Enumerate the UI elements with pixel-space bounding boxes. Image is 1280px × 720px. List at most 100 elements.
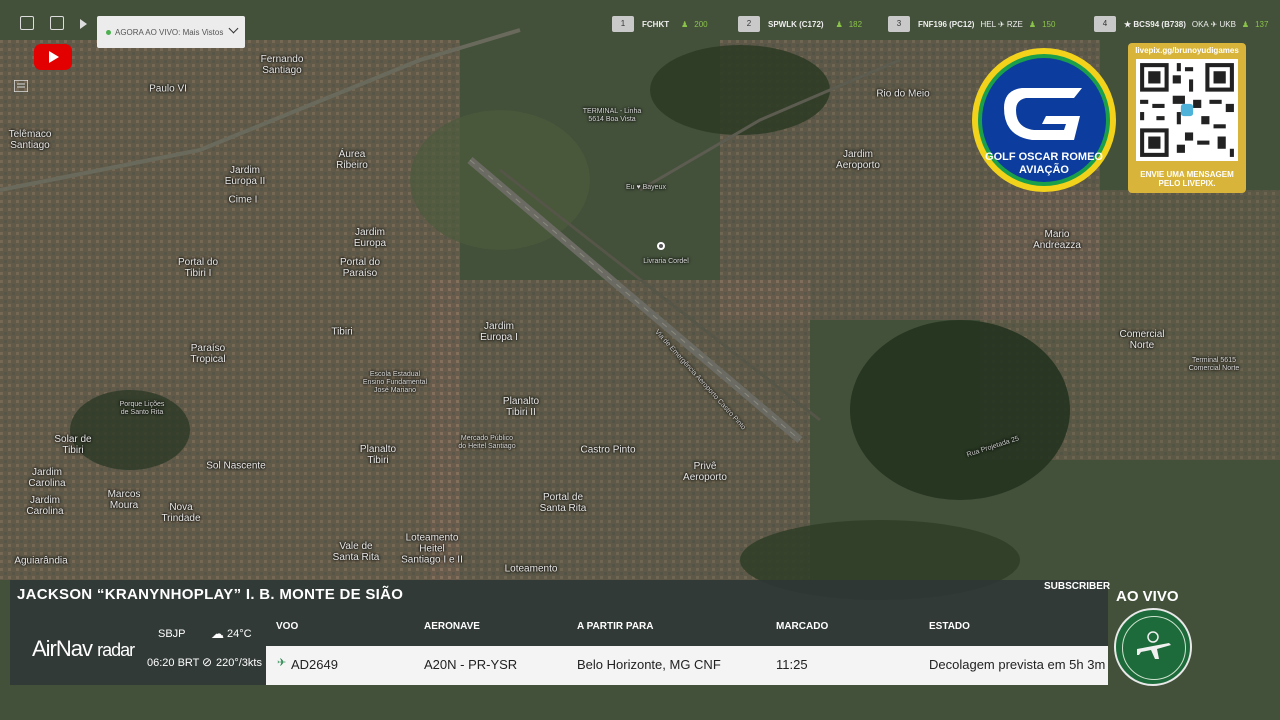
viewers-icon: ♟ bbox=[1241, 19, 1250, 29]
ranking-callsign: ★ BCS94 (B738) bbox=[1124, 19, 1186, 29]
livepix-url: livepix.gg/brunoyudigames bbox=[1135, 46, 1239, 55]
aircraft-reg: A20N - PR-YSR bbox=[424, 657, 518, 672]
ranking-callsign: SPWLK (C172) bbox=[768, 19, 824, 29]
collapse-panel-icon[interactable] bbox=[20, 16, 34, 30]
live-now-select[interactable]: AGORA AO VIVO: Mais Vistos bbox=[97, 16, 245, 48]
local-time: 06:20 BRT bbox=[147, 657, 200, 669]
ranking-item-4[interactable]: 4 ★ BCS94 (B738) OKA ✈ UKB ♟ 137 bbox=[1094, 16, 1268, 32]
viewers-icon: ♟ bbox=[681, 19, 689, 29]
scheduled-time: 11:25 bbox=[776, 657, 808, 672]
viewers-icon: ♟ bbox=[1028, 19, 1037, 29]
map-label: Tibiri bbox=[331, 326, 353, 338]
flight-number: AD2649 bbox=[291, 657, 338, 672]
ranking-item-3[interactable]: 3 FNF196 (PC12) HEL ✈ RZE ♟ 150 bbox=[888, 16, 1055, 32]
header-route: A PARTIR PARA bbox=[577, 621, 654, 632]
live-label: AO VIVO bbox=[1116, 588, 1179, 605]
chevron-down-icon bbox=[228, 23, 239, 34]
list-icon[interactable] bbox=[14, 80, 28, 92]
logo-line1: GOLF OSCAR ROMEO bbox=[985, 151, 1103, 163]
ranking-number: 2 bbox=[738, 16, 760, 32]
next-icon[interactable] bbox=[80, 19, 87, 29]
map-label: Portal do Tibiri I bbox=[177, 257, 219, 279]
ranking-count: 137 bbox=[1255, 19, 1269, 29]
ranking-route: OKA ✈ UKB bbox=[1191, 19, 1236, 29]
ranking-item-2[interactable]: 2 SPWLK (C172) ♟ 182 bbox=[738, 16, 862, 32]
map-label: Privê Aeroporto bbox=[683, 461, 727, 483]
ranking-callsign: FNF196 (PC12) bbox=[918, 19, 975, 29]
map-label: Jardim Aeroporto bbox=[836, 149, 880, 171]
map-label: Paraíso Tropical bbox=[190, 343, 226, 365]
live-dot-icon bbox=[106, 29, 111, 35]
viewers-icon: ♟ bbox=[835, 19, 843, 29]
ranking-count: 150 bbox=[1042, 19, 1056, 29]
temperature: 24°C bbox=[227, 628, 252, 640]
header-scheduled: MARCADO bbox=[776, 621, 829, 632]
airport-code: SBJP bbox=[158, 628, 186, 640]
weather-icon: ☁ bbox=[211, 626, 224, 641]
header-aircraft: AERONAVE bbox=[424, 621, 480, 632]
wind-icon: ⊘ bbox=[202, 655, 213, 669]
close-panel-icon[interactable] bbox=[50, 16, 64, 30]
map-label: Planalto Tibiri bbox=[359, 444, 397, 466]
wind: 220°/3kts bbox=[216, 657, 262, 669]
map-label: Jardim Carolina bbox=[28, 467, 66, 489]
map-label: Comercial Norte bbox=[1119, 329, 1165, 351]
subscriber-name: JACKSON “KRANYNHOPLAY” I. B. MONTE DE SI… bbox=[17, 586, 404, 603]
map-label: Cime I bbox=[228, 194, 258, 206]
map-label: Áurea Ribeiro bbox=[336, 149, 368, 171]
map-label: Telêmaco Santiago bbox=[8, 129, 52, 151]
channel-badge-logo bbox=[1114, 608, 1192, 686]
map-label: Fernando Santiago bbox=[260, 54, 304, 76]
logo-line2: AVIAÇÃO bbox=[1019, 164, 1069, 176]
map-label: Aguiarândia bbox=[14, 555, 68, 567]
airnav-radar-logo: AirNav radar bbox=[32, 636, 135, 662]
map-label: Planalto Tibiri II bbox=[502, 396, 540, 418]
ranking-count: 182 bbox=[848, 19, 863, 29]
map-label: Sol Nascente bbox=[206, 460, 266, 472]
ranking-route: HEL ✈ RZE bbox=[980, 19, 1023, 29]
map-label: Portal do Paraíso bbox=[339, 257, 381, 279]
livepix-caption-line1: ENVIE UMA MENSAGEM bbox=[1140, 170, 1234, 179]
golf-oscar-romeo-logo: GOLF OSCAR ROMEO AVIAÇÃO bbox=[972, 48, 1116, 192]
map-label: Paulo VI bbox=[149, 83, 187, 95]
header-status: ESTADO bbox=[929, 621, 970, 632]
map-label: Loteamento bbox=[504, 563, 558, 575]
map-label: Livraria Cordel bbox=[643, 258, 689, 265]
header-flight: VOO bbox=[276, 621, 299, 632]
map-label: Eu ♥ Bayeux bbox=[626, 184, 666, 191]
airline-icon: ✈ bbox=[277, 657, 287, 669]
map-label: Nova Trindade bbox=[161, 502, 201, 524]
ranking-number: 1 bbox=[612, 16, 634, 32]
map-label: Portal de Santa Rita bbox=[539, 492, 587, 514]
map-label: Porque Lições de Santo Rita bbox=[119, 401, 165, 416]
map-label: Mercado Público do Heitel Santiago bbox=[458, 435, 516, 450]
airplane-icon bbox=[1137, 631, 1171, 659]
ranking-number: 4 bbox=[1094, 16, 1116, 32]
livepix-caption: ENVIE UMA MENSAGEM PELO LIVEPIX. bbox=[1128, 170, 1246, 188]
livepix-caption-line2: PELO LIVEPIX. bbox=[1158, 179, 1216, 188]
map-label: Terminal 5615 Comercial Norte bbox=[1188, 357, 1240, 372]
map-label: Mario Andreazza bbox=[1033, 229, 1081, 251]
live-select-label: AGORA AO VIVO: Mais Vistos bbox=[115, 27, 224, 37]
ranking-item-1[interactable]: 1 FCHKT ♟ 200 bbox=[612, 16, 708, 32]
map-label: Marcos Moura bbox=[107, 489, 141, 511]
ranking-number: 3 bbox=[888, 16, 910, 32]
map-label: Vale de Santa Rita bbox=[332, 541, 380, 563]
ranking-callsign: FCHKT bbox=[642, 19, 670, 29]
livepix-qr-panel: livepix.gg/brunoyudigames ENVIE UMA MENS… bbox=[1128, 43, 1246, 193]
ranking-count: 200 bbox=[694, 19, 708, 29]
map-label: Solar de Tibiri bbox=[54, 434, 92, 456]
map-label: Castro Pinto bbox=[580, 444, 636, 456]
map-label: Jardim Europa bbox=[353, 227, 387, 249]
youtube-icon[interactable] bbox=[34, 44, 72, 70]
brand-suffix: radar bbox=[97, 640, 135, 660]
subscriber-label: SUBSCRIBER bbox=[1044, 581, 1111, 592]
map-label: Jardim Europa II bbox=[224, 165, 266, 187]
map-label: Jardim Europa I bbox=[480, 321, 518, 343]
qr-code-icon bbox=[1136, 59, 1238, 161]
route: Belo Horizonte, MG CNF bbox=[577, 657, 721, 672]
brand-name: AirNav bbox=[32, 636, 93, 661]
map-label: Rio do Meio bbox=[876, 88, 930, 100]
map-label: TERMINAL - Linha 5614 Boa Vista bbox=[582, 108, 642, 123]
map-label: Jardim Carolina bbox=[26, 495, 64, 517]
